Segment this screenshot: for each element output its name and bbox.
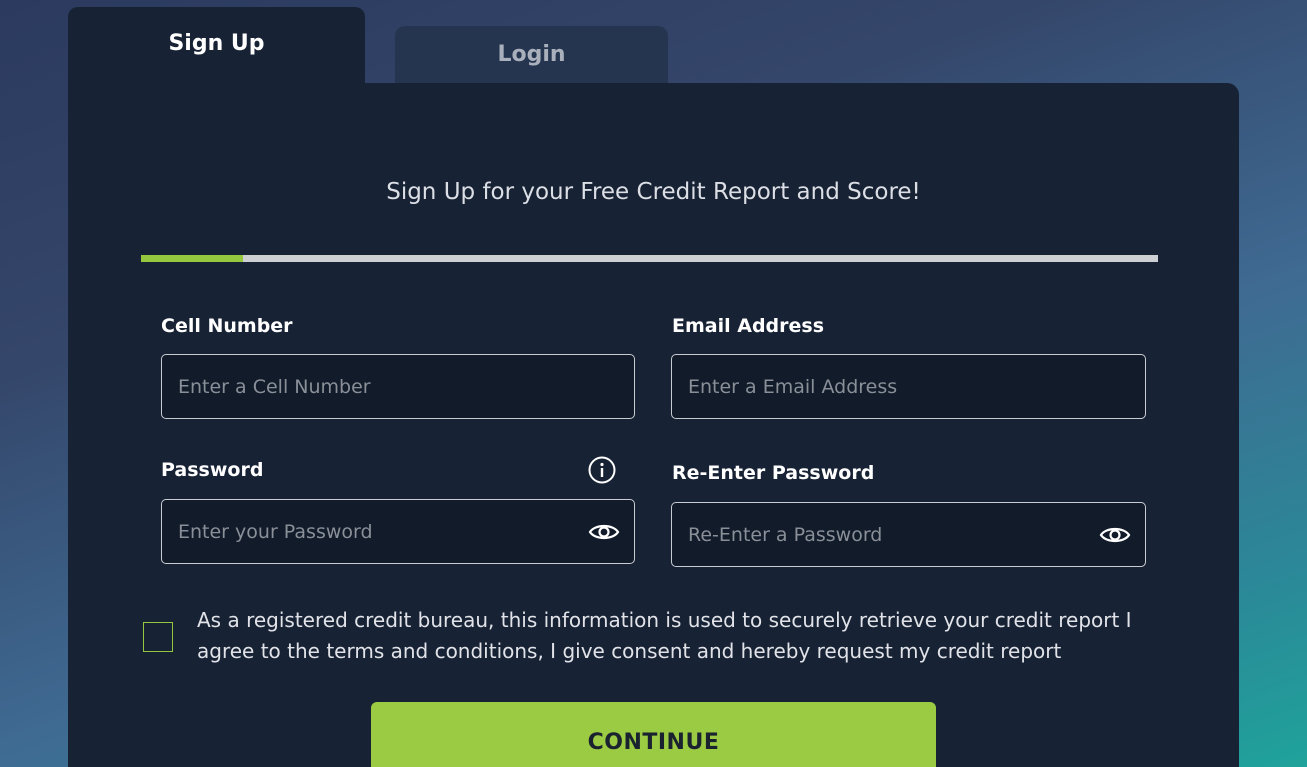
tab-login-label: Login (497, 42, 566, 67)
reenter-password-label: Re-Enter Password (672, 462, 875, 484)
form-subtitle: Sign Up for your Free Credit Report and … (386, 179, 921, 205)
eye-icon[interactable] (588, 521, 620, 543)
consent-text: As a registered credit bureau, this info… (197, 608, 1132, 663)
reenter-password-input[interactable] (672, 503, 1145, 566)
tab-signup-label: Sign Up (168, 31, 265, 56)
password-input[interactable] (162, 500, 634, 563)
consent-checkbox[interactable] (143, 622, 173, 652)
eye-icon[interactable] (1099, 524, 1131, 546)
progress-fill (141, 255, 243, 262)
email-field-wrapper (671, 354, 1146, 419)
progress-bar (141, 255, 1158, 262)
password-field-wrapper (161, 499, 635, 564)
password-label: Password (161, 459, 264, 481)
email-input[interactable] (672, 355, 1145, 418)
tab-login[interactable]: Login (395, 26, 668, 86)
cell-number-label: Cell Number (161, 315, 293, 337)
info-icon[interactable] (588, 456, 616, 484)
signup-card: Sign Up for your Free Credit Report and … (68, 83, 1239, 767)
cell-number-input[interactable] (162, 355, 634, 418)
continue-button-label: CONTINUE (587, 730, 720, 755)
cell-number-field-wrapper (161, 354, 635, 419)
email-label: Email Address (672, 315, 825, 337)
continue-button[interactable]: CONTINUE (371, 702, 936, 767)
reenter-password-field-wrapper (671, 502, 1146, 567)
